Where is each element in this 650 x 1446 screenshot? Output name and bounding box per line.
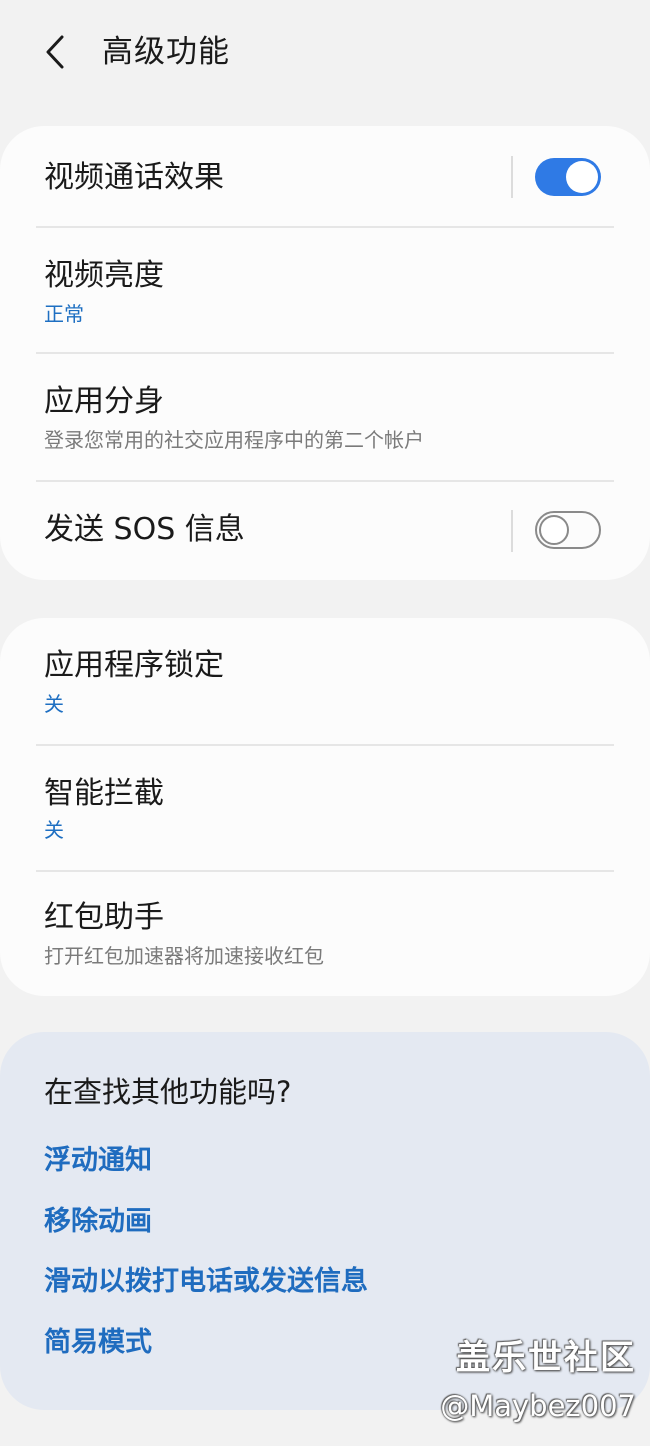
smart-block-row[interactable]: 智能拦截 关 (0, 746, 650, 870)
send-sos-toggle[interactable] (535, 511, 601, 549)
video-call-effects-row[interactable]: 视频通话效果 (0, 126, 650, 226)
suggestion-link-swipe-to-call[interactable]: 滑动以拨打电话或发送信息 (44, 1263, 368, 1301)
toggle-knob (539, 515, 569, 545)
suggestions-title: 在查找其他功能吗? (44, 1075, 292, 1109)
red-envelope-row[interactable]: 红包助手 打开红包加速器将加速接收红包 (0, 872, 650, 996)
send-sos-label: 发送 SOS 信息 (44, 512, 245, 547)
video-brightness-value: 正常 (44, 302, 84, 326)
back-button[interactable] (32, 28, 80, 76)
video-call-effects-label: 视频通话效果 (44, 160, 224, 195)
dual-messenger-label: 应用分身 (44, 384, 164, 419)
toggle-knob (566, 161, 598, 193)
suggestion-link-easy-mode[interactable]: 简易模式 (44, 1324, 152, 1362)
smart-block-label: 智能拦截 (44, 776, 164, 811)
video-call-effects-toggle[interactable] (535, 158, 601, 196)
suggestion-link-floating-notifications[interactable]: 浮动通知 (44, 1142, 152, 1180)
watermark-community: 盖乐世社区 (456, 1338, 636, 1378)
suggestion-link-remove-animations[interactable]: 移除动画 (44, 1203, 152, 1241)
video-brightness-label: 视频亮度 (44, 258, 164, 293)
app-lock-value: 关 (44, 692, 64, 716)
dual-messenger-row[interactable]: 应用分身 登录您常用的社交应用程序中的第二个帐户 (0, 354, 650, 480)
app-header: 高级功能 (0, 0, 650, 104)
smart-block-value: 关 (44, 818, 64, 842)
toggle-separator (511, 156, 513, 198)
watermark-username: @Maybez007 (440, 1389, 636, 1423)
settings-card-secondary: 应用程序锁定 关 智能拦截 关 红包助手 打开红包加速器将加速接收红包 (0, 618, 650, 996)
app-lock-label: 应用程序锁定 (44, 648, 224, 683)
chevron-left-icon (46, 35, 64, 69)
page-title: 高级功能 (102, 34, 230, 70)
app-lock-row[interactable]: 应用程序锁定 关 (0, 618, 650, 744)
red-envelope-label: 红包助手 (44, 900, 164, 935)
dual-messenger-description: 登录您常用的社交应用程序中的第二个帐户 (44, 428, 424, 452)
red-envelope-description: 打开红包加速器将加速接收红包 (44, 944, 324, 968)
send-sos-row[interactable]: 发送 SOS 信息 (0, 482, 650, 580)
video-brightness-row[interactable]: 视频亮度 正常 (0, 228, 650, 352)
settings-card-primary: 视频通话效果 视频亮度 正常 应用分身 登录您常用的社交应用程序中的第二个帐户 … (0, 126, 650, 580)
toggle-separator (511, 510, 513, 552)
